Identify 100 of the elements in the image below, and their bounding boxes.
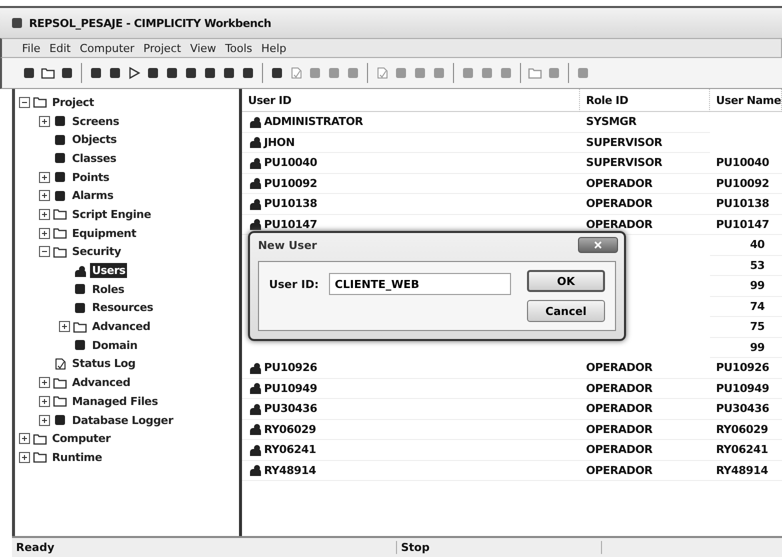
folder-icon xyxy=(53,376,67,389)
table-cell: OPERADOR xyxy=(580,460,710,481)
close-icon xyxy=(594,241,602,249)
table-cell: PU30436 xyxy=(710,399,782,420)
tree-item[interactable]: Project xyxy=(50,94,96,110)
tree-item[interactable]: Script Engine xyxy=(70,206,153,222)
user-icon xyxy=(248,444,262,456)
close-button[interactable] xyxy=(578,237,618,253)
user-id: PU30436 xyxy=(264,402,318,416)
user-icon xyxy=(248,382,262,394)
expand-icon[interactable] xyxy=(19,433,30,444)
table-cell: PU10040 xyxy=(710,153,782,174)
play-icon[interactable] xyxy=(127,66,141,80)
window-title: REPSOL_PESAJE - CIMPLICITY Workbench xyxy=(29,16,272,30)
menu-item[interactable]: View xyxy=(190,42,216,54)
tree-item[interactable]: Resources xyxy=(90,300,156,316)
table-cell: 40 xyxy=(710,235,782,256)
tree-item[interactable]: Database Logger xyxy=(70,412,176,428)
collapse-icon[interactable] xyxy=(19,96,30,108)
folder-icon xyxy=(73,320,87,333)
user-icon xyxy=(248,218,262,230)
tree-item[interactable]: Security xyxy=(70,244,123,260)
tree-item[interactable]: Managed Files xyxy=(70,394,160,409)
tree-item[interactable]: Advanced xyxy=(90,319,152,334)
menu-item[interactable]: Computer xyxy=(80,42,134,54)
expand-icon[interactable] xyxy=(39,414,50,426)
folder-icon xyxy=(53,395,67,408)
tree-item[interactable]: Classes xyxy=(70,150,118,166)
tree-item[interactable]: Runtime xyxy=(50,450,104,465)
user-id: RY06029 xyxy=(264,422,316,436)
user-icon xyxy=(248,198,262,210)
document-icon xyxy=(53,358,67,370)
user-id: PU10092 xyxy=(264,176,318,190)
user-id: PU10949 xyxy=(264,382,318,395)
tree-item[interactable]: Computer xyxy=(50,431,113,446)
table-cell: OPERADOR xyxy=(580,440,710,460)
expand-icon[interactable] xyxy=(39,377,50,388)
folder-icon xyxy=(33,451,47,464)
table-cell: OPERADOR xyxy=(580,174,710,194)
menu-item[interactable]: Help xyxy=(261,42,286,54)
expand-icon[interactable] xyxy=(39,228,50,239)
tree-item[interactable]: Domain xyxy=(90,338,140,353)
user-id: JHON xyxy=(264,136,295,149)
tree-item[interactable]: Objects xyxy=(70,132,119,148)
menu-item[interactable]: File xyxy=(22,42,40,54)
expand-icon[interactable] xyxy=(19,452,30,463)
user-id: RY06241 xyxy=(264,443,316,456)
user-icon xyxy=(248,116,262,128)
folder-icon xyxy=(41,67,55,79)
tree-item[interactable]: Advanced xyxy=(70,375,132,390)
table-cell: SUPERVISOR xyxy=(580,132,710,153)
cancel-button[interactable]: Cancel xyxy=(526,300,605,322)
field-label: User ID: xyxy=(268,278,319,293)
table-cell: 74 xyxy=(710,296,782,317)
user-icon xyxy=(248,156,262,169)
tree-item[interactable]: Users xyxy=(90,263,128,278)
menu-item[interactable]: Project xyxy=(143,42,182,54)
table-cell: PU10092 xyxy=(710,174,782,194)
table-cell: PU10147 xyxy=(710,214,782,235)
table-cell: 75 xyxy=(710,317,782,338)
folder-icon xyxy=(33,96,47,108)
column-header[interactable]: User Name xyxy=(710,89,782,112)
tree-item[interactable]: Screens xyxy=(70,114,122,129)
user-icon xyxy=(248,177,262,190)
table-cell: RY06241 xyxy=(710,440,782,460)
user-id: PU10040 xyxy=(264,156,318,170)
column-header[interactable]: User ID xyxy=(242,89,580,112)
table-cell: OPERADOR xyxy=(580,420,710,440)
tree-item[interactable]: Status Log xyxy=(70,356,138,372)
folder-icon xyxy=(53,246,67,258)
expand-icon[interactable] xyxy=(39,116,50,127)
tree-item[interactable]: Roles xyxy=(90,282,126,297)
menu-item[interactable]: Tools xyxy=(225,42,252,54)
expand-icon[interactable] xyxy=(39,208,50,220)
user-icon xyxy=(248,362,262,374)
table-cell: 53 xyxy=(710,256,782,276)
status-text: Ready xyxy=(12,541,397,554)
expand-icon[interactable] xyxy=(59,321,70,332)
tree-item[interactable]: Alarms xyxy=(70,188,116,204)
user-id: PU10147 xyxy=(264,218,318,231)
table-cell: PU10926 xyxy=(710,358,782,378)
column-header[interactable]: Role ID xyxy=(580,89,710,112)
folder-icon xyxy=(53,208,67,220)
user-id-field[interactable]: CLIENTE_WEB xyxy=(328,273,511,295)
ok-button[interactable]: OK xyxy=(526,270,605,292)
dialog-title: New User xyxy=(258,238,317,252)
table-cell: 99 xyxy=(710,276,782,296)
table-cell: OPERADOR xyxy=(580,194,710,214)
collapse-icon[interactable] xyxy=(39,246,50,258)
table-cell: OPERADOR xyxy=(580,358,710,378)
expand-icon[interactable] xyxy=(39,396,50,407)
table-cell: OPERADOR xyxy=(580,378,710,399)
table-cell: SUPERVISOR xyxy=(580,153,710,174)
user-icon xyxy=(248,423,262,436)
tree-item[interactable]: Points xyxy=(70,170,112,185)
menu-item[interactable]: Edit xyxy=(49,42,71,54)
user-id: PU10138 xyxy=(264,197,318,210)
tree-item[interactable]: Equipment xyxy=(70,226,138,241)
expand-icon[interactable] xyxy=(39,172,50,183)
expand-icon[interactable] xyxy=(39,190,50,202)
